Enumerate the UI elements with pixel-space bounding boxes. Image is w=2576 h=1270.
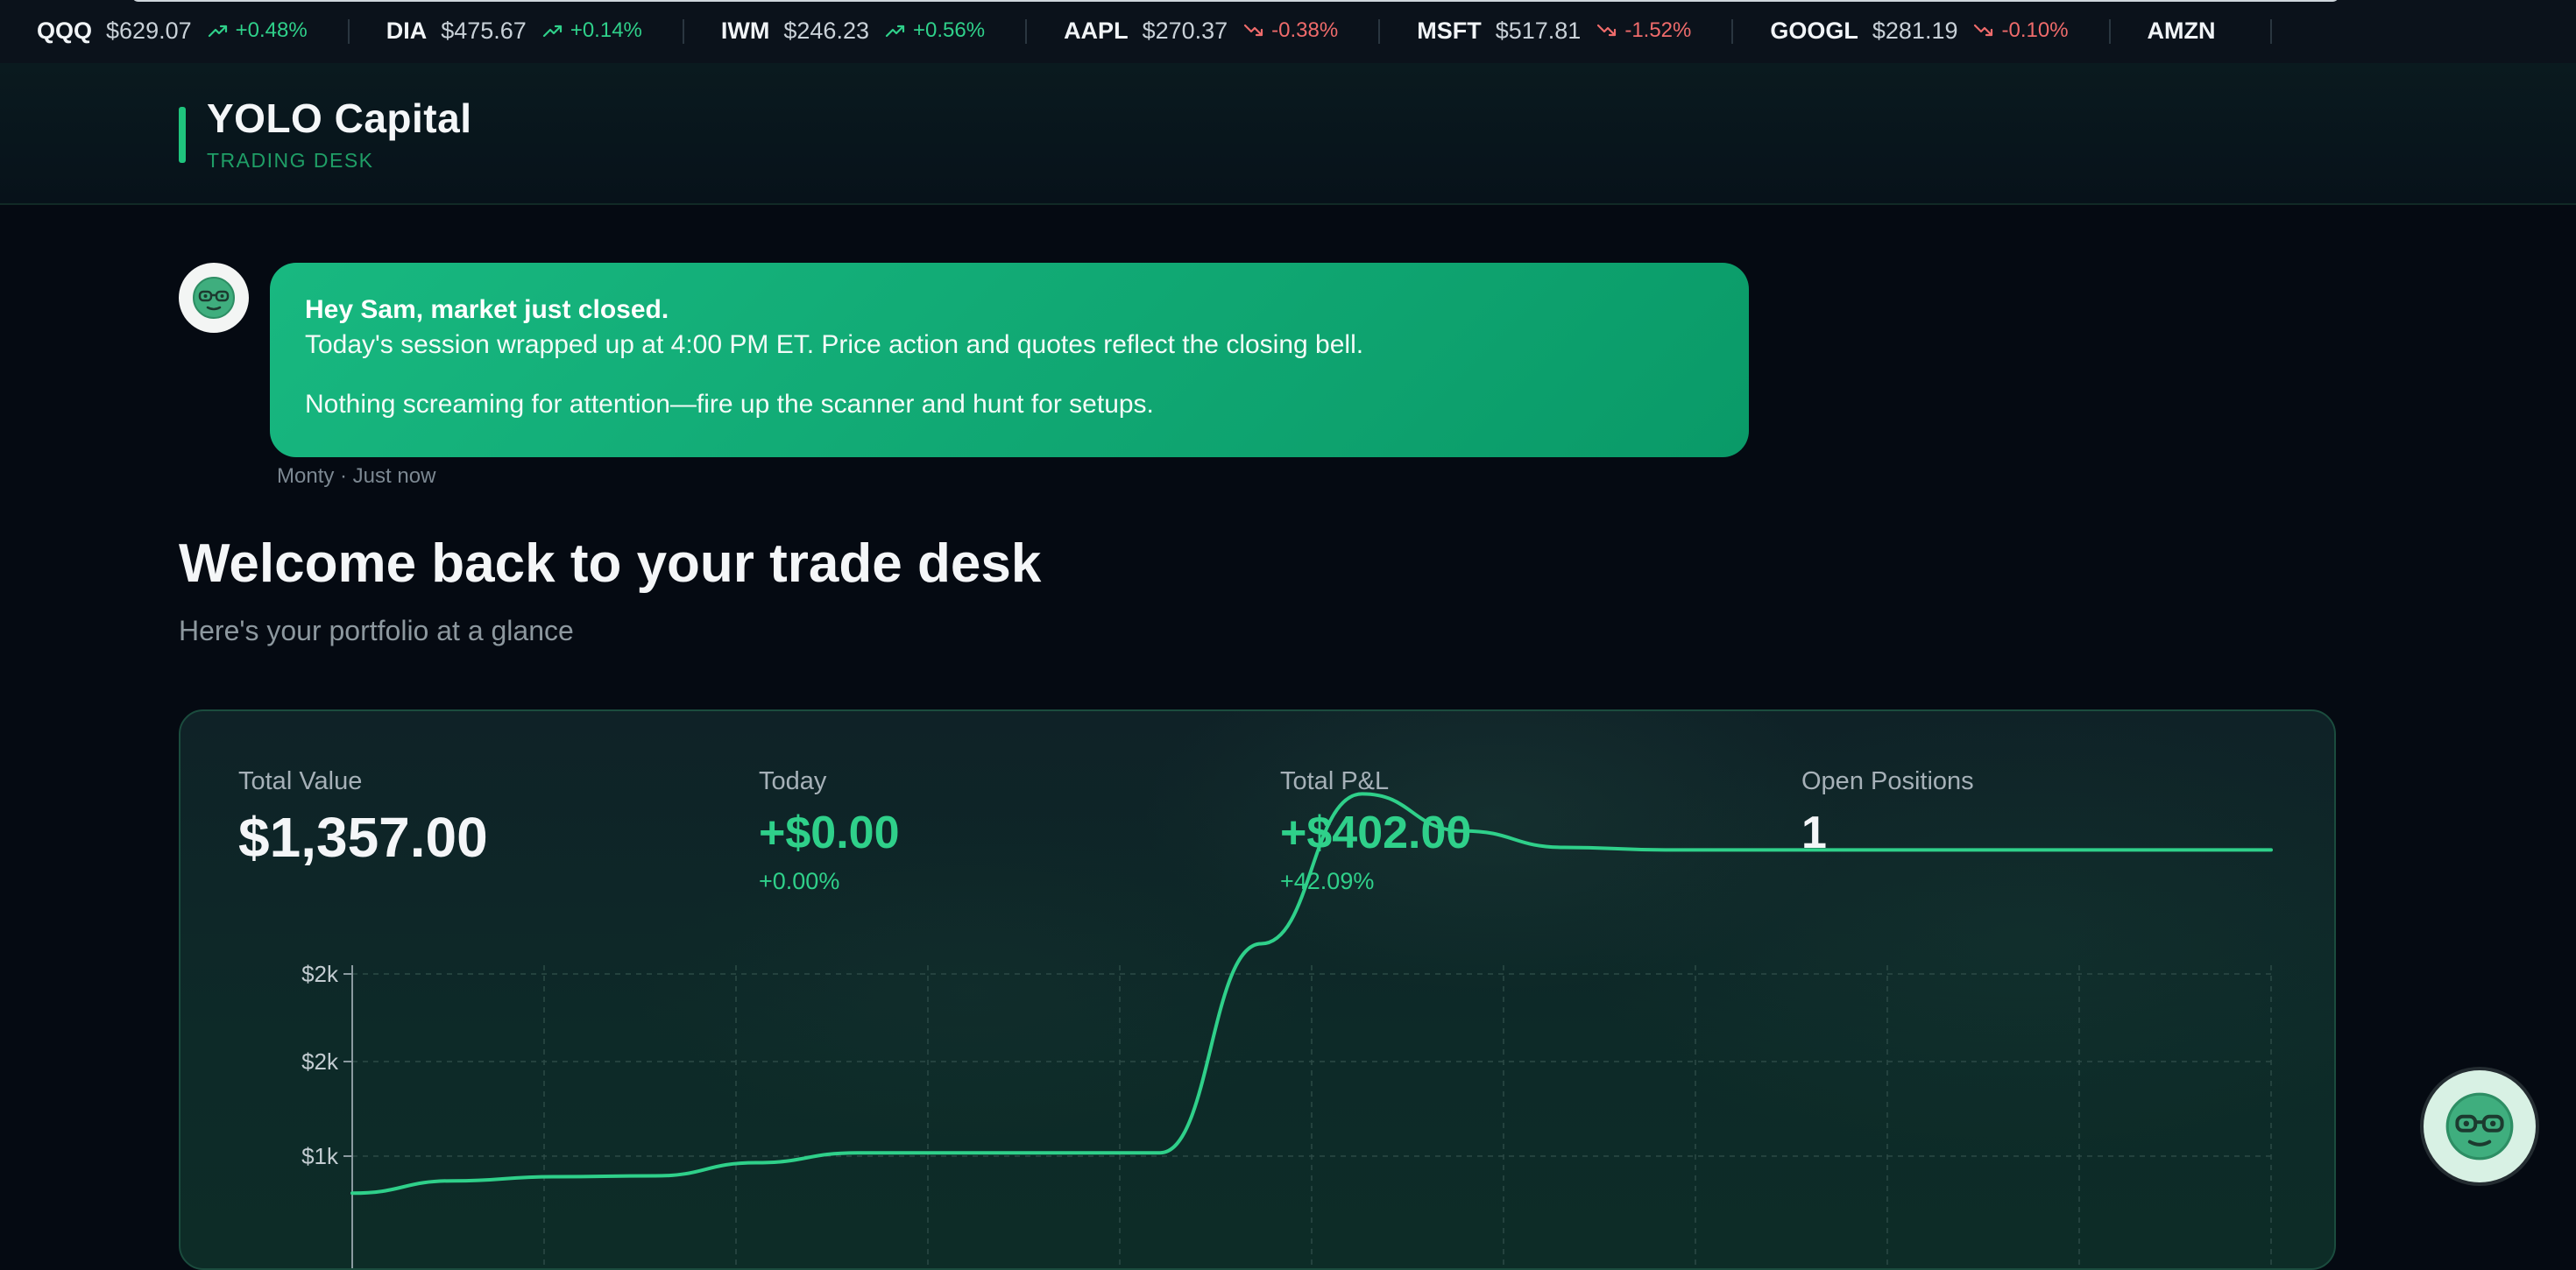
brand-accent-bar (179, 107, 186, 163)
ticker-change-value: -1.52% (1624, 18, 1692, 42)
message-meta: Monty · Just now (277, 464, 436, 488)
ticker-symbol: IWM (720, 17, 770, 44)
ticker-change-value: -0.38% (1271, 18, 1339, 42)
brand-name[interactable]: YOLO Capital (207, 95, 471, 142)
ticker-change: +0.56% (885, 18, 985, 43)
ticker-price: $281.19 (1872, 17, 1958, 44)
ticker-item-googl[interactable]: GOOGL $281.19 -0.10% (1733, 0, 2111, 61)
ticker-change: -0.38% (1243, 18, 1338, 43)
ticker-item-qqq[interactable]: QQQ $629.07 +0.48% (0, 0, 350, 61)
page-title: Welcome back to your trade desk (179, 533, 1042, 594)
ticker-change: -0.10% (1973, 18, 2069, 43)
monty-face-icon (2445, 1092, 2514, 1161)
ticker-symbol: MSFT (1417, 17, 1482, 44)
ticker-item-msft[interactable]: MSFT $517.81 -1.52% (1380, 0, 1734, 61)
ticker-price: $475.67 (441, 17, 527, 44)
trend-up-icon (542, 25, 562, 38)
ticker-row: QQQ $629.07 +0.48% DIA $475.67 +0.14% IWM $246.… (0, 0, 2272, 61)
app-header: YOLO Capital TRADING DESK (0, 63, 2576, 205)
chart-y-tick-label: $2k (301, 961, 339, 987)
ticker-change: -1.52% (1596, 18, 1691, 43)
ticker-price: $517.81 (1495, 17, 1582, 44)
monty-face-icon (193, 277, 235, 319)
ticker-item-amzn[interactable]: AMZN (2111, 0, 2272, 61)
ticker-change-value: -0.10% (2001, 18, 2069, 42)
ticker-item-dia[interactable]: DIA $475.67 +0.14% (350, 0, 685, 61)
ticker-item-iwm[interactable]: IWM $246.23 +0.56% (684, 0, 1028, 61)
page-subtitle: Here's your portfolio at a glance (179, 615, 574, 646)
ticker-price: $270.37 (1142, 17, 1228, 44)
ticker-item-aapl[interactable]: AAPL $270.37 -0.38% (1027, 0, 1381, 61)
ticker-change: +0.14% (542, 18, 642, 43)
ticker-change-value: +0.14% (570, 18, 642, 42)
ticker-symbol: DIA (386, 17, 428, 44)
chart-series-line (350, 792, 2273, 1196)
ticker-price: $629.07 (106, 17, 192, 44)
chart-y-tick-label: $2k (301, 1048, 339, 1075)
brand-subtitle: TRADING DESK (207, 149, 374, 172)
ticker-change: +0.48% (208, 18, 308, 43)
assistant-message-bubble: Hey Sam, market just closed. Today's ses… (270, 263, 1749, 457)
message-line-1: Today's session wrapped up at 4:00 PM ET… (305, 330, 1364, 359)
assistant-avatar (179, 263, 249, 333)
message-title: Hey Sam, market just closed. (305, 295, 669, 324)
ticker-change-value: +0.48% (235, 18, 308, 42)
portfolio-value-chart: $2k $2k $1k (301, 792, 2273, 1268)
market-ticker: QQQ $629.07 +0.48% DIA $475.67 +0.14% IWM $246.… (0, 0, 2576, 65)
ticker-price: $246.23 (783, 17, 869, 44)
ticker-symbol: AMZN (2147, 17, 2216, 44)
ticker-symbol: QQQ (37, 17, 93, 44)
message-line-2: Nothing screaming for attention—fire up … (305, 390, 1154, 419)
portfolio-summary-card: Total Value $1,357.00 Today +$0.00 +0.00… (179, 709, 2336, 1270)
trend-up-icon (885, 25, 905, 38)
trend-up-icon (208, 25, 227, 38)
ticker-change-value: +0.56% (912, 18, 986, 42)
ticker-symbol: GOOGL (1770, 17, 1858, 44)
ticker-symbol: AAPL (1064, 17, 1129, 44)
trend-down-icon (1244, 24, 1263, 37)
trend-down-icon (1974, 24, 1993, 37)
trend-down-icon (1597, 24, 1617, 37)
assistant-launcher-button[interactable] (2424, 1070, 2536, 1182)
chart-y-tick-label: $1k (301, 1143, 339, 1169)
